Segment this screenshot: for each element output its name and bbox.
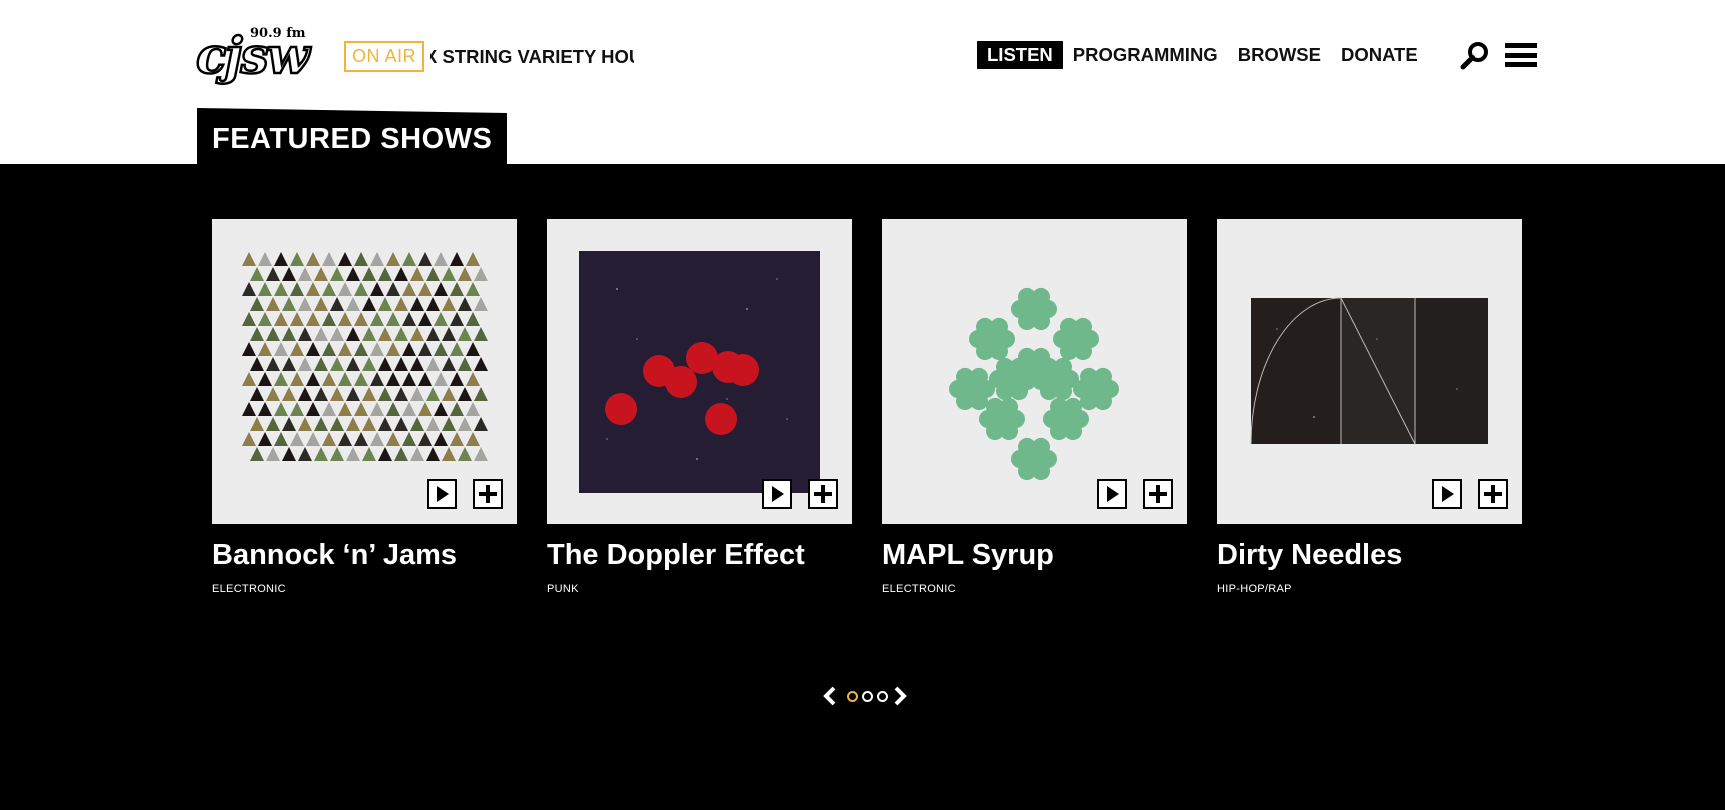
chevron-right-icon[interactable] [893, 686, 907, 706]
show-artwork[interactable] [882, 219, 1187, 524]
featured-shows-tab: FEATURED SHOWS [197, 108, 507, 164]
play-button[interactable] [1097, 479, 1127, 509]
frequency-label: 90.9 fm [250, 26, 306, 41]
pager-dot-1[interactable] [847, 691, 858, 702]
add-button[interactable] [1478, 479, 1508, 509]
show-genre: PUNK [547, 583, 579, 595]
nav-programming[interactable]: PROGRAMMING [1063, 41, 1228, 69]
show-title[interactable]: MAPL Syrup [882, 539, 1212, 571]
site-header: cjsw 90.9 fm ON AIR X STRING VARIETY HOU… [0, 0, 1725, 164]
show-genre: HIP-HOP/RAP [1217, 583, 1292, 595]
show-artwork[interactable] [212, 219, 517, 524]
carousel-pager [820, 684, 920, 708]
add-button[interactable] [1143, 479, 1173, 509]
show-title[interactable]: The Doppler Effect [547, 539, 877, 571]
show-title[interactable]: Bannock ‘n’ Jams [212, 539, 542, 571]
show-artwork[interactable] [547, 219, 852, 524]
play-button[interactable] [427, 479, 457, 509]
show-artwork[interactable] [1217, 219, 1522, 524]
play-button[interactable] [762, 479, 792, 509]
pager-dot-2[interactable] [862, 691, 873, 702]
now-playing-text: X STRING VARIETY HOUR [430, 46, 634, 67]
nav-donate[interactable]: DONATE [1331, 41, 1428, 69]
add-button[interactable] [473, 479, 503, 509]
nav-listen[interactable]: LISTEN [977, 41, 1063, 69]
section-title: FEATURED SHOWS [212, 123, 493, 155]
show-title[interactable]: Dirty Needles [1217, 539, 1547, 571]
hamburger-menu-icon[interactable] [1505, 43, 1537, 67]
chevron-left-icon[interactable] [823, 686, 837, 706]
search-icon[interactable] [1460, 41, 1490, 71]
on-air-badge[interactable]: ON AIR [344, 41, 425, 72]
show-genre: ELECTRONIC [882, 583, 956, 595]
show-genre: ELECTRONIC [212, 583, 286, 595]
add-button[interactable] [808, 479, 838, 509]
main-nav: LISTEN PROGRAMMING BROWSE DONATE [977, 41, 1428, 69]
pager-dot-3[interactable] [877, 691, 888, 702]
nav-browse[interactable]: BROWSE [1228, 41, 1331, 69]
play-button[interactable] [1432, 479, 1462, 509]
now-playing-ticker[interactable]: X STRING VARIETY HOUR [430, 41, 634, 72]
